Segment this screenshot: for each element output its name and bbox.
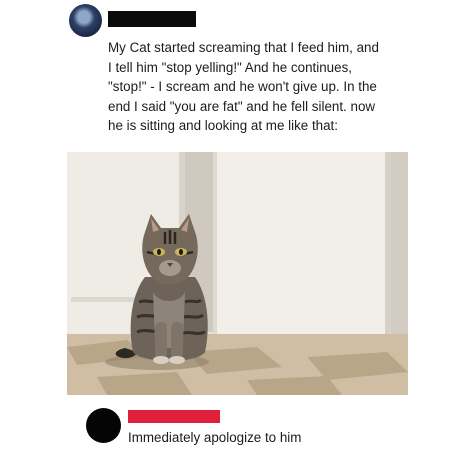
post-author-name-redacted[interactable] bbox=[108, 11, 196, 27]
comment-author-avatar[interactable] bbox=[86, 408, 121, 443]
cat-photo-illustration bbox=[67, 152, 408, 395]
comment-text: Immediately apologize to him bbox=[128, 430, 302, 445]
post-text: My Cat started screaming that I feed him… bbox=[108, 40, 379, 133]
post-photo[interactable] bbox=[67, 152, 408, 395]
post-author-avatar[interactable] bbox=[69, 4, 102, 37]
comment-author-name-redacted[interactable] bbox=[128, 410, 220, 423]
